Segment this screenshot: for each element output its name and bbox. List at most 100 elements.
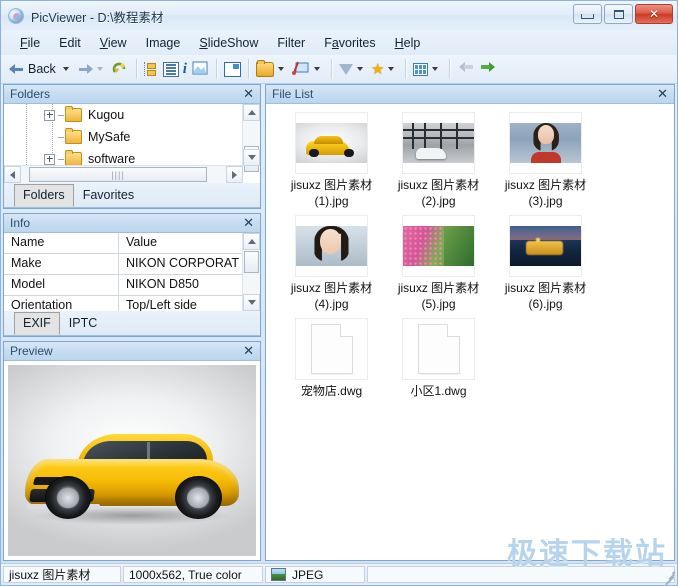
fullscreen-button[interactable]	[222, 58, 243, 80]
refresh-button[interactable]	[109, 58, 131, 80]
filter-dropdown-caret[interactable]	[357, 67, 363, 71]
menu-filter[interactable]: Filter	[268, 33, 314, 53]
menu-image[interactable]: Image	[137, 33, 190, 53]
close-button[interactable]: ✕	[635, 4, 673, 24]
preview-button[interactable]	[189, 58, 211, 80]
status-format: JPEG	[265, 566, 365, 583]
table-row[interactable]: Orientation Top/Left side	[4, 296, 243, 311]
scroll-track[interactable]: ||||	[21, 166, 226, 183]
file-list-close-icon[interactable]: ✕	[655, 88, 670, 100]
file-list-header: File List ✕	[266, 85, 674, 104]
file-name: jisuxz 图片素材 (1).jpg	[280, 177, 384, 209]
thumbnail-dropdown-caret[interactable]	[432, 67, 438, 71]
next-image-button[interactable]	[477, 58, 499, 80]
preview-image[interactable]	[8, 365, 256, 556]
file-item[interactable]: 宠物店.dwg	[278, 318, 385, 399]
expand-icon[interactable]	[44, 154, 55, 165]
folder-tree[interactable]: Kugou MySafe software	[4, 104, 243, 166]
file-list-panel: File List ✕ jisuxz 图片素材 (1).jpg	[265, 84, 675, 561]
folder-tree-horizontal-scrollbar[interactable]: ||||	[4, 165, 243, 183]
toolbar-separator-4	[331, 59, 332, 79]
table-row[interactable]: Make NIKON CORPORAT	[4, 254, 243, 275]
favorites-button[interactable]: ★	[369, 58, 400, 80]
tree-item-software[interactable]: software	[4, 148, 243, 166]
preview-panel-close-icon[interactable]: ✕	[241, 345, 256, 357]
thumbnail-size-button[interactable]	[411, 58, 444, 80]
grid-icon	[413, 63, 428, 76]
scroll-up-button[interactable]	[243, 104, 260, 121]
scroll-thumb[interactable]: ||||	[29, 167, 207, 182]
file-thumbnail	[509, 215, 582, 277]
menu-file[interactable]: File	[11, 33, 49, 53]
title-bar: PicViewer - D:\教程素材 ✕	[1, 1, 677, 31]
forward-button[interactable]	[75, 58, 109, 80]
scroll-down-button[interactable]	[243, 149, 260, 166]
tab-folders[interactable]: Folders	[14, 184, 74, 207]
table-row[interactable]: Model NIKON D850	[4, 275, 243, 296]
tab-exif[interactable]: EXIF	[14, 312, 60, 335]
menu-view[interactable]: View	[91, 33, 136, 53]
file-thumbnail	[402, 318, 475, 380]
favorites-dropdown-caret[interactable]	[388, 67, 394, 71]
file-item[interactable]: jisuxz 图片素材 (4).jpg	[278, 215, 385, 312]
table-header-row: Name Value	[4, 233, 243, 254]
file-item[interactable]: jisuxz 图片素材 (3).jpg	[492, 112, 599, 209]
details-view-button[interactable]	[161, 58, 181, 80]
file-item[interactable]: jisuxz 图片素材 (2).jpg	[385, 112, 492, 209]
folders-panel-close-icon[interactable]: ✕	[241, 88, 256, 100]
slideshow-button[interactable]	[290, 58, 326, 80]
expand-icon[interactable]	[44, 110, 55, 121]
info-panel-close-icon[interactable]: ✕	[241, 217, 256, 229]
menu-edit[interactable]: Edit	[50, 33, 90, 53]
scroll-down-button[interactable]	[243, 294, 260, 311]
minimize-button[interactable]	[573, 4, 602, 24]
tree-view-button[interactable]	[142, 58, 161, 80]
tree-item-kugou[interactable]: Kugou	[4, 104, 243, 126]
thumbnail-woman-red-dress-icon	[510, 123, 581, 163]
open-folder-button[interactable]	[254, 58, 290, 80]
back-label: Back	[28, 62, 56, 76]
folder-tree-vertical-scrollbar[interactable]	[242, 104, 260, 166]
scroll-left-button[interactable]	[4, 166, 21, 183]
tree-item-mysafe[interactable]: MySafe	[4, 126, 243, 148]
folders-panel-body: Kugou MySafe software	[4, 104, 260, 183]
previous-image-button[interactable]	[455, 58, 477, 80]
menu-favorites[interactable]: Favorites	[315, 33, 384, 53]
filter-funnel-icon	[339, 64, 353, 75]
back-dropdown-caret[interactable]	[63, 67, 69, 71]
picviewer-window: PicViewer - D:\教程素材 ✕ File Edit View Ima…	[0, 0, 678, 586]
tab-iptc[interactable]: IPTC	[60, 312, 106, 335]
exif-key: Model	[4, 275, 119, 295]
image-file-icon	[271, 568, 286, 581]
file-item[interactable]: jisuxz 图片素材 (1).jpg	[278, 112, 385, 209]
tree-view-icon	[144, 62, 159, 76]
arrow-forward-green-icon	[479, 60, 497, 78]
slideshow-dropdown-caret[interactable]	[314, 67, 320, 71]
folder-icon	[65, 130, 82, 144]
maximize-button[interactable]	[604, 4, 633, 24]
info-vertical-scrollbar[interactable]	[242, 233, 260, 311]
folder-dropdown-caret[interactable]	[278, 67, 284, 71]
back-button[interactable]: Back	[7, 58, 75, 80]
menu-help[interactable]: Help	[386, 33, 430, 53]
file-list-scroll-area[interactable]: jisuxz 图片素材 (1).jpg	[266, 104, 674, 560]
menu-slideshow[interactable]: SlideShow	[190, 33, 267, 53]
resize-grip[interactable]	[661, 570, 675, 584]
tab-favorites[interactable]: Favorites	[74, 184, 143, 207]
scroll-up-button[interactable]	[243, 233, 260, 250]
file-name: 宠物店.dwg	[280, 383, 384, 399]
file-grid: jisuxz 图片素材 (1).jpg	[266, 104, 674, 405]
file-item[interactable]: jisuxz 图片素材 (6).jpg	[492, 215, 599, 312]
file-item[interactable]: 小区1.dwg	[385, 318, 492, 399]
scroll-thumb[interactable]	[244, 251, 259, 273]
column-header-name: Name	[4, 233, 119, 253]
filter-button[interactable]	[337, 58, 369, 80]
right-column: File List ✕ jisuxz 图片素材 (1).jpg	[265, 84, 675, 563]
info-button[interactable]: i	[181, 58, 189, 80]
exif-value: NIKON CORPORAT	[119, 254, 243, 274]
folders-panel-tabs: Folders Favorites	[4, 183, 260, 208]
forward-dropdown-caret[interactable]	[97, 67, 103, 71]
scroll-right-button[interactable]	[226, 166, 243, 183]
info-panel-tabs: EXIF IPTC	[4, 311, 260, 336]
file-item[interactable]: jisuxz 图片素材 (5).jpg	[385, 215, 492, 312]
